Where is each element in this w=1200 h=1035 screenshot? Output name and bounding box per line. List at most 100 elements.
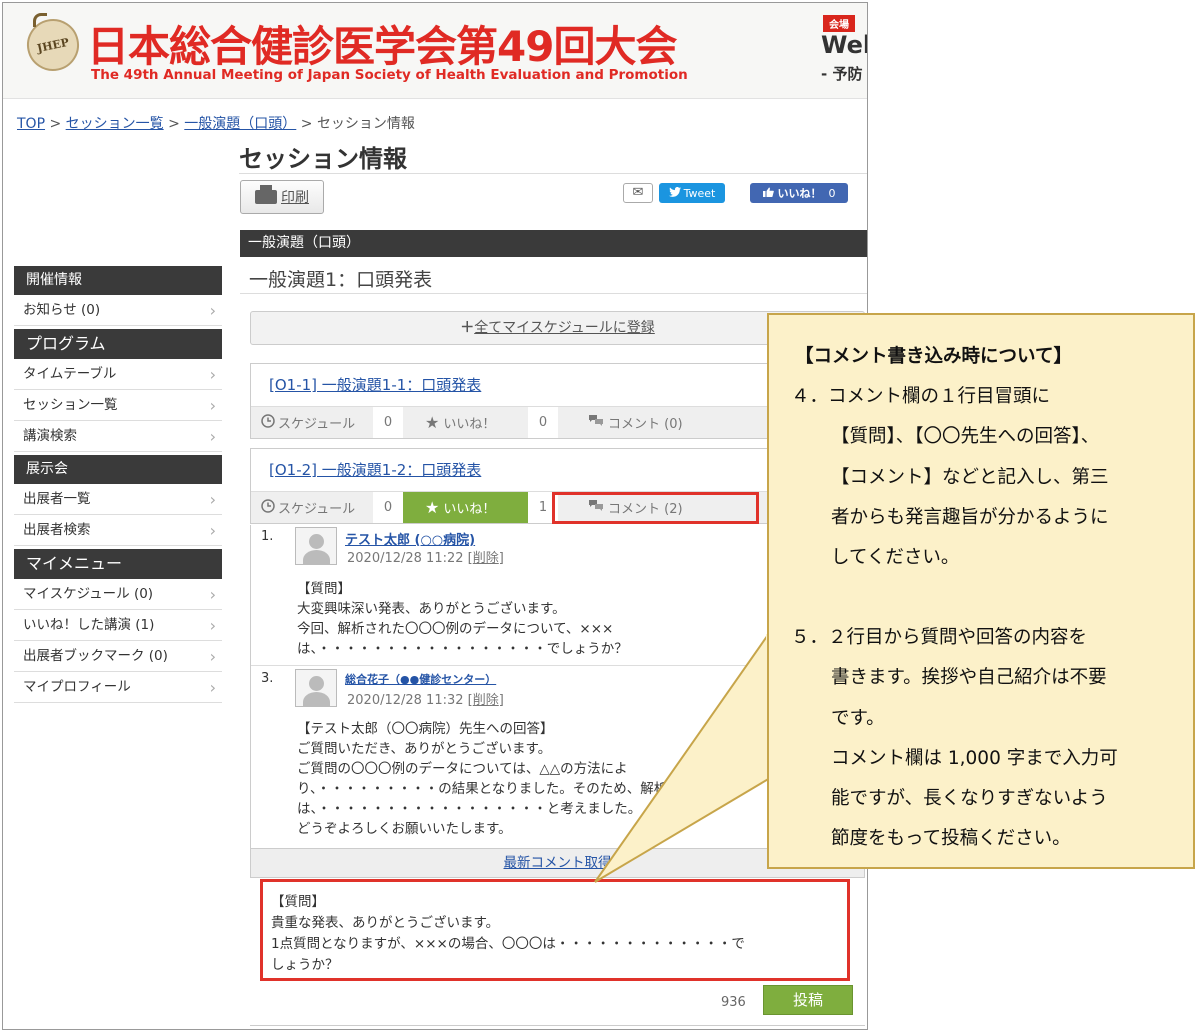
clock-icon (261, 498, 275, 517)
venue-subtitle: - 予防 (821, 65, 863, 83)
mail-share-button[interactable]: ✉ (623, 183, 653, 203)
callout-line: 書きます。挨拶や自己紹介は不要 (831, 667, 1107, 689)
schedule-count: 0 (373, 407, 403, 438)
callout-line: 能ですが、長くなりすぎないよう (831, 788, 1108, 810)
breadcrumb-sessions[interactable]: セッション一覧 (66, 116, 164, 132)
callout-line: 者からも発言趣旨が分かるように (831, 506, 1109, 528)
sidebar-item-my-schedule[interactable]: マイスケジュール (0) (14, 579, 222, 610)
speech-bubble-icon (588, 414, 604, 431)
schedule-button[interactable]: スケジュール (251, 407, 373, 438)
callout-line: ４．コメント欄の１行目冒頭に (791, 386, 1051, 408)
comment-number: 1. (261, 529, 274, 544)
logo-text: JHEP (35, 35, 71, 55)
tweet-button[interactable]: Tweet (659, 183, 725, 203)
sidebar-item-news[interactable]: お知らせ (0) (14, 295, 222, 326)
callout-line: です。 (831, 707, 885, 729)
comment-button[interactable]: コメント (0) (558, 407, 708, 438)
session-name: 一般演題1：口頭発表 (249, 269, 433, 291)
twitter-bird-icon (668, 186, 681, 200)
sidebar-item-timetable[interactable]: タイムテーブル (14, 359, 222, 390)
breadcrumb: TOP > セッション一覧 > 一般演題（口頭） > セッション情報 (17, 113, 415, 133)
breadcrumb-current: セッション情報 (316, 116, 415, 132)
like-button-active[interactable]: ★ いいね！ (403, 492, 528, 523)
avatar (295, 669, 337, 707)
comment-highlight-box (552, 492, 759, 524)
schedule-button[interactable]: スケジュール (251, 492, 373, 523)
breadcrumb-separator: > (300, 116, 313, 132)
callout-line: 節度をもって投稿ください。 (831, 828, 1071, 850)
schedule-count: 0 (373, 492, 403, 523)
comment-textarea[interactable]: 【質問】 貴重な発表、ありがとうございます。 1点質問となりますが、×××の場合… (260, 879, 850, 981)
comment-author-link[interactable]: テスト太郎 (○○病院) (345, 529, 475, 548)
sidebar-item-my-profile[interactable]: マイプロフィール (14, 672, 222, 703)
comment-date: 2020/12/28 11:32 [削除] (347, 693, 504, 708)
add-all-label: 全てマイスケジュールに登録 (474, 320, 655, 336)
sidebar-item-exhibitors[interactable]: 出展者一覧 (14, 484, 222, 515)
thumbs-up-icon (762, 187, 774, 200)
instruction-callout: 【コメント書き込み時について】 ４．コメント欄の１行目冒頭に 【質問】、【〇〇先… (767, 313, 1195, 869)
sidebar-item-exhibitor-bookmarks[interactable]: 出展者ブックマーク (0) (14, 641, 222, 672)
clock-icon (261, 413, 275, 432)
divider (250, 1025, 865, 1026)
delete-comment-link[interactable]: 削除 (473, 551, 499, 566)
sidebar-item-search-talks[interactable]: 講演検索 (14, 421, 222, 452)
schedule-label: スケジュール (278, 502, 356, 517)
comment-body: 【質問】 大変興味深い発表、ありがとうございます。 今回、解析された〇〇〇例のデ… (297, 581, 628, 657)
sidebar-item-sessions[interactable]: セッション一覧 (14, 390, 222, 421)
sidebar-heading-info: 開催情報 (14, 266, 222, 295)
callout-line: してください。 (831, 547, 960, 569)
delete-comment-link[interactable]: 削除 (473, 693, 499, 708)
callout-heading: 【コメント書き込み時について】 (795, 346, 1072, 367)
venue-title[interactable]: Wel (821, 31, 867, 59)
browser-page: JHEP 日本総合健診医学会第49回大会 The 49th Annual Mee… (2, 2, 868, 1030)
facebook-like-button[interactable]: いいね！ 0 (750, 183, 848, 203)
comment-author-link[interactable]: 総合花子（●●健診センター） (345, 671, 496, 687)
breadcrumb-top[interactable]: TOP (17, 116, 45, 132)
breadcrumb-separator: > (49, 116, 62, 132)
section-category-bar: 一般演題（口頭） (240, 230, 867, 257)
callout-line: 【コメント】などと記入し、第三 (831, 466, 1109, 488)
like-count: 0 (528, 407, 558, 438)
star-icon: ★ (425, 413, 440, 432)
like-label: いいね！ (443, 417, 496, 432)
remaining-char-count: 936 (721, 995, 746, 1010)
comment-body: 【テスト太郎（〇〇病院）先生への回答】 ご質問いただき、ありがとうございます。 … (297, 721, 668, 837)
sidebar: 開催情報 お知らせ (0) プログラム タイムテーブル セッション一覧 講演検索… (14, 263, 222, 703)
sidebar-item-liked-talks[interactable]: いいね！した講演 (1) (14, 610, 222, 641)
printer-icon (255, 185, 277, 204)
conference-subtitle: The 49th Annual Meeting of Japan Society… (91, 67, 688, 83)
site-banner: JHEP 日本総合健診医学会第49回大会 The 49th Annual Mee… (3, 3, 867, 99)
sidebar-heading-program: プログラム (14, 329, 222, 359)
society-logo[interactable]: JHEP (22, 14, 84, 76)
facebook-like-count: 0 (828, 186, 836, 200)
callout-spacer (787, 578, 1187, 618)
like-label: いいね！ (443, 502, 496, 517)
callout-line: コメント欄は 1,000 字まで入力可 (831, 747, 1118, 769)
comment-timestamp: 2020/12/28 11:22 (347, 551, 464, 566)
callout-line: ５．２行目から質問や回答の内容を (791, 627, 1088, 649)
callout-content: 【コメント書き込み時について】 ４．コメント欄の１行目冒頭に 【質問】、【〇〇先… (787, 337, 1187, 859)
facebook-like-label: いいね！ (777, 187, 822, 200)
breadcrumb-separator: > (168, 116, 180, 132)
star-icon: ★ (425, 498, 440, 517)
print-button[interactable]: 印刷 (240, 180, 324, 214)
conference-title: 日本総合健診医学会第49回大会 (87, 22, 677, 71)
sidebar-heading-my-menu: マイメニュー (14, 549, 222, 579)
callout-line: 【質問】、【〇〇先生への回答】、 (831, 426, 1100, 448)
like-button[interactable]: ★ いいね！ (403, 407, 528, 438)
sidebar-item-exhibitor-search[interactable]: 出展者検索 (14, 515, 222, 546)
divider (239, 173, 867, 174)
print-label: 印刷 (281, 190, 309, 206)
page-title: セッション情報 (239, 145, 407, 173)
fetch-latest-label: 最新コメント取得 (503, 855, 612, 871)
breadcrumb-category[interactable]: 一般演題（口頭） (184, 116, 296, 132)
divider (240, 293, 867, 294)
venue-badge: 会場 (823, 15, 855, 32)
post-comment-button[interactable]: 投稿 (763, 985, 853, 1015)
sidebar-heading-exhibition: 展示会 (14, 455, 222, 484)
comment-label: コメント (0) (608, 417, 683, 432)
mail-icon: ✉ (632, 185, 644, 200)
plus-icon: ＋ (460, 320, 475, 336)
schedule-label: スケジュール (278, 417, 356, 432)
comment-number: 3. (261, 671, 274, 686)
